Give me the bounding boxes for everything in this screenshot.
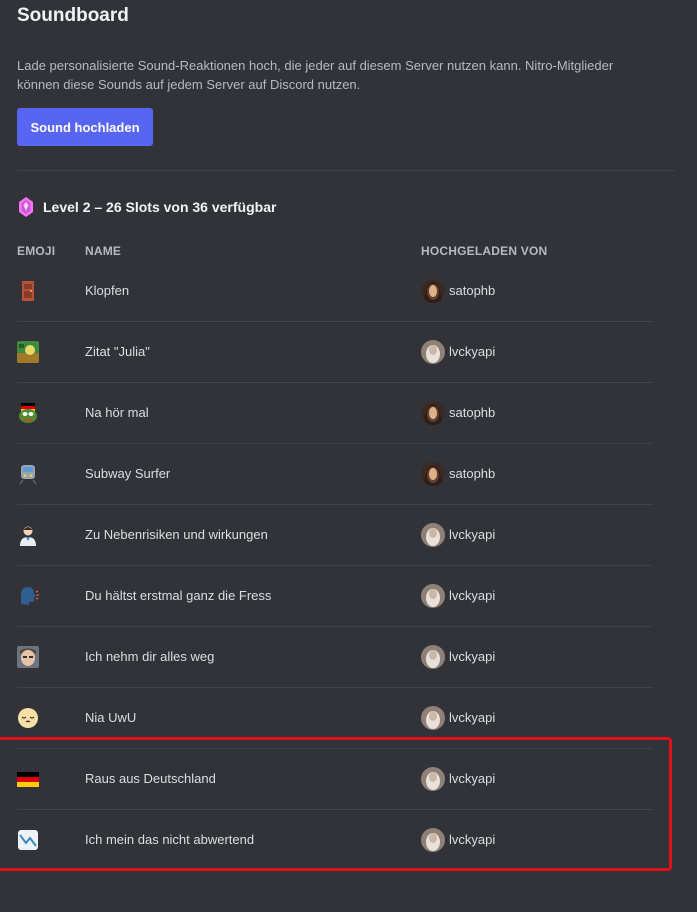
sound-name: Raus aus Deutschland [85, 771, 216, 786]
custom-image-icon [17, 341, 39, 363]
column-header-name[interactable]: NAME [85, 244, 121, 258]
avatar [421, 706, 445, 730]
avatar [421, 523, 445, 547]
sound-row[interactable]: Na hör mal satophb [0, 383, 697, 444]
avatar [421, 645, 445, 669]
level-text: Level 2 – 26 Slots von 36 verfügbar [43, 199, 277, 215]
soundboard-settings-page: Soundboard Lade personalisierte Sound-Re… [0, 0, 697, 912]
sound-row[interactable]: Ich nehm dir alles weg lvckyapi [0, 627, 697, 688]
avatar [421, 279, 445, 303]
sound-name: Zu Nebenrisiken und wirkungen [85, 527, 268, 542]
sound-name: Ich nehm dir alles weg [85, 649, 215, 664]
uploader-name: lvckyapi [449, 771, 496, 786]
uploader-name: satophb [449, 466, 496, 481]
door-icon [22, 281, 34, 301]
page-title: Soundboard [17, 5, 129, 26]
sound-row[interactable]: Du hältst erstmal ganz die Fress lvckyap… [0, 566, 697, 627]
page-description: Lade personalisierte Sound-Reaktionen ho… [17, 58, 614, 92]
train-icon [19, 465, 37, 485]
sound-row[interactable]: Zitat "Julia" lvckyapi [0, 322, 697, 383]
sound-name: Subway Surfer [85, 466, 171, 481]
column-header-emoji[interactable]: EMOJI [17, 244, 55, 258]
sound-row[interactable]: Nia UwU lvckyapi [0, 688, 697, 749]
uploader-name: lvckyapi [449, 344, 496, 359]
sound-name: Ich mein das nicht abwertend [85, 832, 255, 847]
column-header-uploader[interactable]: HOCHGELADEN VON [421, 244, 547, 258]
pepe-germany-icon [19, 403, 37, 423]
avatar [421, 584, 445, 608]
sound-name: Na hör mal [85, 405, 149, 420]
avatar [421, 340, 445, 364]
sound-row[interactable]: Raus aus Deutschland lvckyapi [0, 749, 697, 810]
boost-gem-icon [19, 197, 33, 217]
sound-name: Nia UwU [85, 710, 137, 725]
sound-row[interactable]: Klopfen satophb [0, 261, 697, 322]
uploader-name: lvckyapi [449, 710, 496, 725]
germany-flag-icon [17, 772, 39, 787]
uploader-name: lvckyapi [449, 527, 496, 542]
face-photo-icon [17, 646, 39, 668]
uploader-name: lvckyapi [449, 649, 496, 664]
avatar [421, 401, 445, 425]
speaking-head-icon [21, 587, 39, 605]
sound-name: Klopfen [85, 283, 130, 298]
chart-down-icon [18, 830, 38, 850]
avatar [421, 828, 445, 852]
sound-list: Klopfen satophb Zitat "Julia" lvckyapi N… [0, 261, 697, 871]
boost-level-info: Level 2 – 26 Slots von 36 verfügbar [17, 196, 276, 218]
sound-row[interactable]: Subway Surfer satophb [0, 444, 697, 505]
health-worker-icon [20, 526, 36, 546]
sound-name: Zitat "Julia" [85, 344, 150, 359]
uwu-face-icon [18, 708, 38, 728]
uploader-name: lvckyapi [449, 588, 496, 603]
sound-row[interactable]: Ich mein das nicht abwertend lvckyapi [0, 810, 697, 871]
avatar [421, 767, 445, 791]
uploader-name: lvckyapi [449, 832, 496, 847]
avatar [421, 462, 445, 486]
uploader-name: satophb [449, 405, 496, 420]
divider [17, 170, 675, 171]
upload-sound-button[interactable]: Sound hochladen [17, 108, 153, 146]
uploader-name: satophb [449, 283, 496, 298]
sound-row[interactable]: Zu Nebenrisiken und wirkungen lvckyapi [0, 505, 697, 566]
sound-name: Du hältst erstmal ganz die Fress [85, 588, 272, 603]
